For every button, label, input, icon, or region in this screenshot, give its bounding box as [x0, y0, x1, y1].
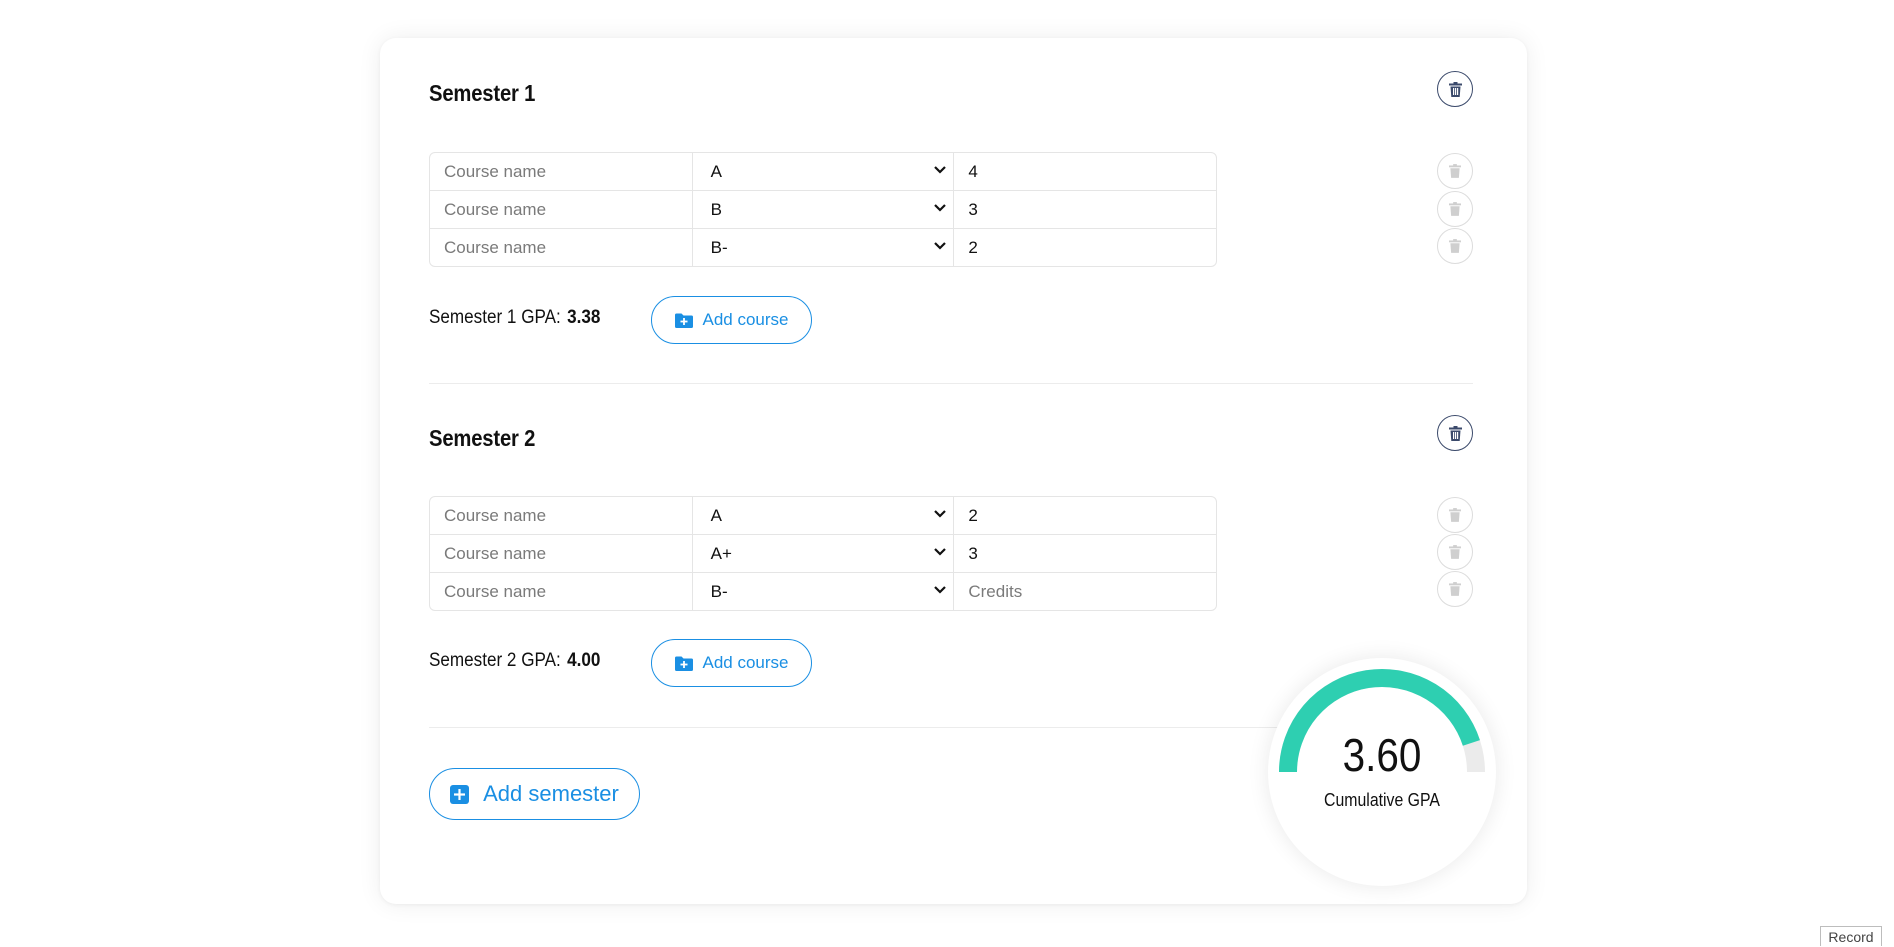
trash-icon: [1449, 164, 1461, 178]
add-semester-label: Add semester: [483, 781, 619, 806]
course-row: B: [430, 190, 1216, 228]
trash-icon: [1449, 508, 1461, 522]
plus-square-icon: [450, 784, 470, 804]
grade-value: A: [710, 161, 723, 181]
add-semester-button[interactable]: Add semester: [429, 768, 640, 820]
grade-value: B-: [710, 581, 728, 601]
folder-plus-icon: [674, 656, 693, 671]
grade-value: B: [710, 199, 723, 219]
delete-course-button[interactable]: [1437, 228, 1473, 264]
semester-gpa-value: 3.38: [567, 307, 601, 328]
trash-icon: [1449, 582, 1461, 596]
course-name-input[interactable]: [430, 191, 692, 228]
cumulative-gpa-value: 3.60: [1342, 729, 1422, 781]
delete-course-button[interactable]: [1437, 571, 1473, 607]
course-row: B-: [430, 228, 1216, 266]
semester-title: Semester 2: [429, 425, 536, 451]
folder-plus-icon: [674, 313, 693, 328]
add-course-label: Add course: [702, 653, 789, 672]
add-course-button[interactable]: Add course: [651, 296, 812, 344]
credits-input[interactable]: [954, 497, 1216, 534]
credits-input[interactable]: [954, 153, 1216, 190]
delete-course-button[interactable]: [1437, 191, 1473, 227]
chevron-down-icon: [934, 510, 947, 518]
delete-course-button[interactable]: [1437, 534, 1473, 570]
trash-icon: [1449, 239, 1461, 253]
grade-select[interactable]: B-: [693, 573, 954, 610]
grade-select[interactable]: A+: [693, 535, 954, 572]
credits-input[interactable]: [954, 535, 1216, 572]
course-row: B-: [430, 572, 1216, 610]
delete-semester-button[interactable]: [1437, 415, 1473, 451]
course-row: A+: [430, 534, 1216, 572]
trash-icon: [1449, 545, 1461, 559]
grade-select[interactable]: B: [693, 191, 954, 228]
grade-select[interactable]: A: [693, 497, 954, 534]
trash-icon: [1448, 81, 1462, 97]
course-name-input[interactable]: [430, 535, 692, 572]
course-table: A A+ B-: [429, 496, 1217, 611]
cumulative-gpa-label: Cumulative GPA: [1324, 790, 1440, 810]
chevron-down-icon: [934, 242, 947, 250]
chevron-down-icon: [934, 166, 947, 174]
grade-select[interactable]: B-: [693, 229, 954, 266]
chevron-down-icon: [934, 586, 947, 594]
credits-input[interactable]: [954, 191, 1216, 228]
course-name-input[interactable]: [430, 497, 692, 534]
trash-icon: [1449, 202, 1461, 216]
cumulative-gpa-gauge: 3.60 Cumulative GPA: [1268, 658, 1496, 886]
semester-gpa: Semester 2 GPA: 4.00: [429, 650, 600, 672]
trash-icon: [1448, 425, 1462, 441]
course-row: A: [430, 497, 1216, 534]
delete-semester-button[interactable]: [1437, 71, 1473, 107]
grade-select[interactable]: A: [693, 153, 954, 190]
credits-input[interactable]: [954, 229, 1216, 266]
semester-gpa-value: 4.00: [567, 650, 601, 671]
add-course-button[interactable]: Add course: [651, 639, 812, 687]
semester-gpa-label: Semester 1 GPA:: [429, 307, 561, 328]
course-name-input[interactable]: [430, 229, 692, 266]
delete-course-button[interactable]: [1437, 153, 1473, 189]
grade-value: B-: [710, 237, 728, 257]
course-name-input[interactable]: [430, 153, 692, 190]
delete-course-button[interactable]: [1437, 497, 1473, 533]
chevron-down-icon: [934, 204, 947, 212]
record-button[interactable]: Record: [1820, 926, 1882, 946]
section-divider: [429, 383, 1473, 384]
grade-value: A+: [710, 543, 732, 563]
chevron-down-icon: [934, 548, 947, 556]
credits-input[interactable]: [954, 573, 1216, 610]
course-row: A: [430, 153, 1216, 190]
semester-gpa: Semester 1 GPA: 3.38: [429, 307, 600, 329]
course-table: A B B-: [429, 152, 1217, 267]
semester-gpa-label: Semester 2 GPA:: [429, 650, 561, 671]
course-name-input[interactable]: [430, 573, 692, 610]
semester-title: Semester 1: [429, 80, 536, 106]
add-course-label: Add course: [702, 310, 789, 329]
grade-value: A: [710, 505, 723, 525]
